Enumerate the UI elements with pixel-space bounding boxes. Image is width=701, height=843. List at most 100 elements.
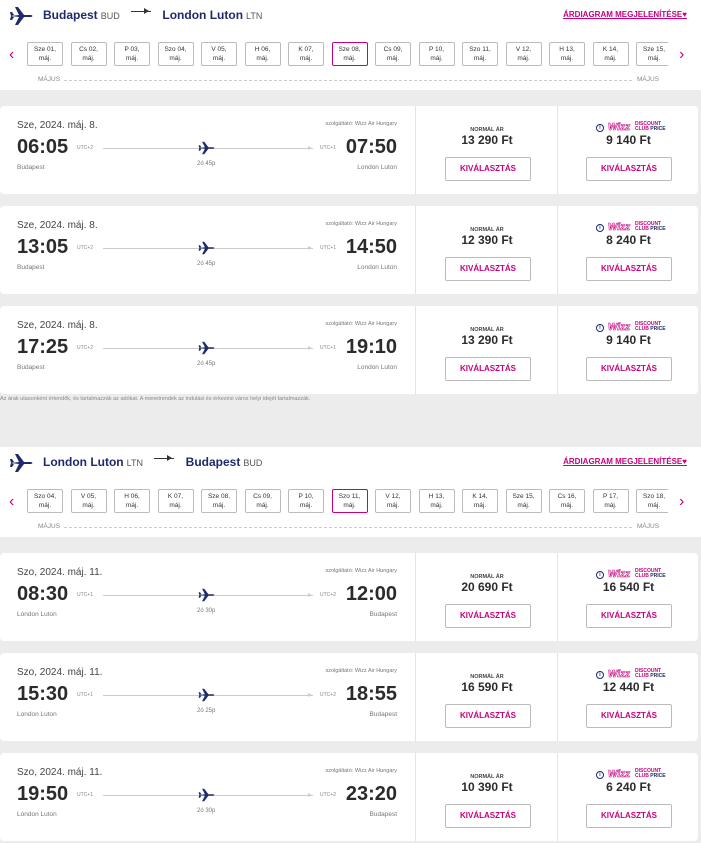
info-icon[interactable]: i: [596, 571, 604, 579]
wizz-logo-text: Wizz: [608, 122, 631, 134]
date-day: H 06,: [124, 493, 140, 500]
destination-city: Budapest: [185, 455, 241, 469]
date-day: P 10,: [428, 46, 445, 53]
select-club-fare-button[interactable]: KIVÁLASZTÁS: [586, 157, 672, 181]
outbound-date-selector: ‹ Sze 01, máj. Cs 02, máj. P 03, máj. Szo 04, m…: [0, 32, 701, 90]
date-day: Sze 08,: [207, 493, 231, 500]
flight-duration: 2ó 45p: [197, 161, 216, 167]
normal-fare: NORMÁL ÁR 13 290 Ft KIVÁLASZTÁS: [417, 106, 558, 194]
date-option[interactable]: Cs 02, máj.: [70, 42, 107, 66]
date-option[interactable]: Szo 11, máj.: [462, 42, 498, 66]
date-option[interactable]: Cs 09, máj.: [244, 489, 281, 513]
date-option[interactable]: H 13, máj.: [549, 42, 585, 66]
flight-card: Sze, 2024. máj. 8. szolgáltató: Wizz Air…: [0, 106, 698, 194]
date-option[interactable]: P 10, máj.: [288, 489, 324, 513]
flight-info: Szo, 2024. máj. 11. szolgáltató: Wizz Ai…: [0, 753, 416, 841]
date-month: máj.: [299, 55, 313, 62]
select-normal-fare-button[interactable]: KIVÁLASZTÁS: [445, 804, 531, 828]
select-normal-fare-button[interactable]: KIVÁLASZTÁS: [445, 257, 531, 281]
info-icon[interactable]: i: [596, 671, 604, 679]
date-option[interactable]: Sze 08, máj.: [331, 42, 368, 66]
info-icon[interactable]: i: [596, 324, 604, 332]
select-normal-fare-button[interactable]: KIVÁLASZTÁS: [445, 357, 531, 381]
next-dates-chevron-icon[interactable]: ›: [679, 46, 684, 64]
date-month: máj.: [430, 55, 443, 62]
price-word: PRICE: [650, 773, 666, 779]
prev-dates-chevron-icon[interactable]: ‹: [9, 46, 14, 64]
date-option[interactable]: Sze 01, máj.: [27, 42, 63, 66]
date-option[interactable]: H 06, máj.: [114, 489, 150, 513]
club-word: CLUB: [635, 673, 649, 679]
date-option[interactable]: Szo 04, máj.: [157, 42, 194, 66]
arrival-timezone: UTC+2: [320, 592, 336, 598]
select-club-fare-button[interactable]: KIVÁLASZTÁS: [586, 604, 672, 628]
prev-dates-chevron-icon[interactable]: ‹: [9, 493, 14, 511]
date-month: máj.: [82, 55, 95, 62]
date-day: K 14,: [472, 493, 488, 500]
club-fare: i Wizz DISCOUNT CLUB PRICE 6 240 Ft KIVÁL…: [558, 753, 699, 841]
price-chart-link[interactable]: ÁRDIAGRAM MEGJELENÍTÉSE♥: [563, 10, 687, 19]
date-option[interactable]: Szo 11, máj.: [331, 489, 368, 513]
departure-time: 13:05: [17, 236, 69, 258]
date-option[interactable]: H 13, máj.: [418, 489, 455, 513]
select-club-fare-button[interactable]: KIVÁLASZTÁS: [586, 804, 672, 828]
flight-duration: 2ó 45p: [197, 261, 216, 267]
club-fare: i Wizz DISCOUNT CLUB PRICE 16 540 Ft KIVÁ…: [558, 553, 699, 641]
date-option[interactable]: Sze 15, máj.: [505, 489, 542, 513]
flight-info: Sze, 2024. máj. 8. szolgáltató: Wizz Air…: [0, 106, 416, 194]
date-option[interactable]: V 05, máj.: [70, 489, 107, 513]
date-option[interactable]: Sze 08, máj.: [201, 489, 237, 513]
date-option[interactable]: Cs 09, máj.: [375, 42, 411, 66]
date-month: máj.: [560, 502, 574, 509]
select-normal-fare-button[interactable]: KIVÁLASZTÁS: [445, 704, 531, 728]
arrival-city: Budapest: [369, 811, 397, 818]
discount-club-text: DISCOUNT CLUB PRICE: [635, 222, 666, 232]
club-word: CLUB: [635, 326, 649, 332]
date-option[interactable]: Cs 16, máj.: [549, 489, 585, 513]
date-option[interactable]: K 14, máj.: [462, 489, 498, 513]
wizz-logo-text: Wizz: [608, 769, 631, 781]
date-option[interactable]: V 12, máj.: [375, 489, 411, 513]
date-day: Szo 18,: [642, 493, 666, 500]
departure-city: London Luton: [17, 611, 57, 618]
route-arrow-icon: [131, 8, 152, 17]
departure-time: 15:30: [17, 683, 69, 705]
date-option[interactable]: K 07, máj.: [288, 42, 324, 66]
departure-time: 06:05: [17, 136, 69, 158]
date-option[interactable]: K 14, máj.: [592, 42, 629, 66]
date-month: máj.: [517, 55, 530, 62]
select-normal-fare-button[interactable]: KIVÁLASZTÁS: [445, 157, 531, 181]
select-club-fare-button[interactable]: KIVÁLASZTÁS: [586, 704, 672, 728]
date-day: Cs 16,: [557, 493, 577, 500]
select-club-fare-button[interactable]: KIVÁLASZTÁS: [586, 357, 672, 381]
arrival-timezone: UTC+1: [320, 345, 336, 351]
club-word: CLUB: [635, 226, 649, 232]
date-option[interactable]: Sze 15, máj.: [636, 42, 668, 66]
date-option[interactable]: K 07, máj.: [157, 489, 194, 513]
info-icon[interactable]: i: [596, 771, 604, 779]
date-option[interactable]: H 06, máj.: [244, 42, 281, 66]
date-option[interactable]: P 10, máj.: [418, 42, 455, 66]
flight-date: Sze, 2024. máj. 8.: [17, 120, 98, 131]
month-label-right: MÁJUS: [637, 523, 660, 530]
normal-fare: NORMÁL ÁR 12 390 Ft KIVÁLASZTÁS: [417, 206, 558, 294]
destination-code: BUD: [243, 458, 263, 468]
date-option[interactable]: Szo 04, máj.: [27, 489, 63, 513]
normal-fare: NORMÁL ÁR 16 590 Ft KIVÁLASZTÁS: [417, 653, 558, 741]
next-dates-chevron-icon[interactable]: ›: [679, 493, 684, 511]
date-option[interactable]: P 17, máj.: [592, 489, 629, 513]
date-option[interactable]: V 12, máj.: [505, 42, 542, 66]
select-normal-fare-button[interactable]: KIVÁLASZTÁS: [445, 604, 531, 628]
date-day: K 14,: [602, 46, 619, 53]
date-day: H 13,: [559, 46, 575, 53]
month-label-left: MÁJUS: [38, 76, 61, 83]
club-price: 8 240 Ft: [606, 233, 651, 247]
select-club-fare-button[interactable]: KIVÁLASZTÁS: [586, 257, 672, 281]
departure-timezone: UTC+1: [77, 792, 93, 798]
date-option[interactable]: P 03, máj.: [114, 42, 150, 66]
date-option[interactable]: Szo 18, máj.: [636, 489, 668, 513]
info-icon[interactable]: i: [596, 224, 604, 232]
info-icon[interactable]: i: [596, 124, 604, 132]
price-chart-link[interactable]: ÁRDIAGRAM MEGJELENÍTÉSE♥: [563, 457, 687, 466]
date-option[interactable]: V 05, máj.: [201, 42, 237, 66]
